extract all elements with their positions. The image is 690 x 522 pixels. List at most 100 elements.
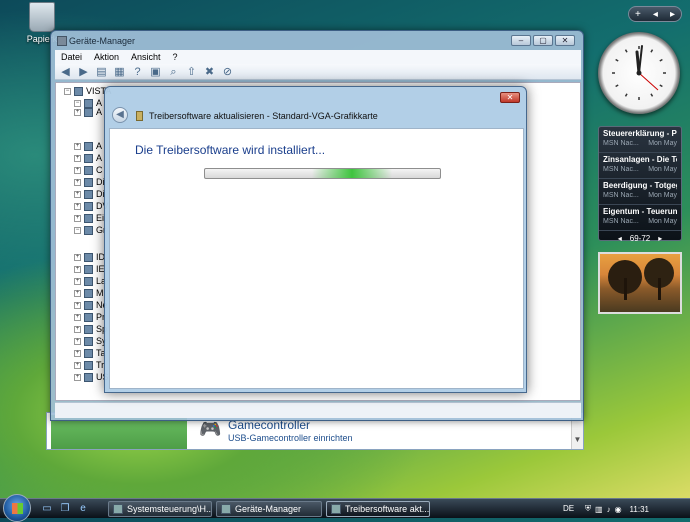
expand-toggle[interactable]: + xyxy=(74,337,81,345)
status-bar xyxy=(55,402,581,418)
feed-prev-button[interactable]: ◂ xyxy=(618,234,622,243)
tree-item[interactable]: + C xyxy=(74,164,103,176)
expand-toggle[interactable]: + xyxy=(74,373,81,381)
dialog-heading: Die Treibersoftware wird installiert... xyxy=(135,143,326,157)
show-desktop-icon[interactable]: ▭ xyxy=(40,502,54,516)
tree-item-label: M xyxy=(96,288,104,298)
expand-toggle[interactable]: + xyxy=(74,142,81,150)
tree-item[interactable]: + La xyxy=(74,275,106,287)
help-icon[interactable]: ? xyxy=(131,66,144,78)
minimize-button[interactable]: – xyxy=(511,35,531,46)
properties-icon[interactable]: ▦ xyxy=(113,66,126,78)
expand-toggle[interactable]: + xyxy=(74,313,81,321)
expand-toggle[interactable]: + xyxy=(74,325,81,333)
menu-datei[interactable]: Datei xyxy=(61,50,82,64)
maximize-button[interactable]: ▢ xyxy=(533,35,553,46)
expand-toggle[interactable]: + xyxy=(74,214,81,222)
menu-help[interactable]: ? xyxy=(173,50,178,64)
network-icon[interactable]: ▥ xyxy=(595,505,603,514)
menu-ansicht[interactable]: Ansicht xyxy=(131,50,161,64)
tree-item[interactable]: + Pr xyxy=(74,311,105,323)
forward-arrow-icon[interactable]: ▶ xyxy=(77,66,90,78)
expand-toggle[interactable]: + xyxy=(74,108,81,116)
taskbar-button-label: Geräte-Manager xyxy=(235,504,302,514)
device-category-icon xyxy=(74,86,83,96)
feed-source: MSN Nac... xyxy=(603,140,639,147)
tree-item[interactable]: + ID xyxy=(74,251,105,263)
prev-gadget-button[interactable]: ◂ xyxy=(653,9,658,20)
tree-item[interactable]: + A xyxy=(74,140,102,152)
clock-tick xyxy=(615,58,619,62)
next-gadget-button[interactable]: ▸ xyxy=(670,9,675,20)
tree-item[interactable]: + Ta xyxy=(74,347,106,359)
control-panel-icon xyxy=(113,504,123,514)
dialog-title: Treibersoftware aktualisieren - Standard… xyxy=(149,111,378,121)
expand-toggle[interactable]: + xyxy=(74,361,81,369)
feed-item[interactable]: Beerdigung - Totgegl... MSN Nac... Mon May xyxy=(599,179,681,205)
tree-item[interactable]: + A xyxy=(74,106,102,118)
tree-item[interactable]: − Gr xyxy=(74,224,106,236)
feed-next-button[interactable]: ▸ xyxy=(658,234,662,243)
security-shield-icon[interactable]: ⛨ xyxy=(585,504,591,514)
windows-logo-icon xyxy=(11,503,23,514)
expand-toggle[interactable]: + xyxy=(74,289,81,297)
internet-explorer-icon[interactable]: e xyxy=(76,502,90,516)
tree-item[interactable]: + M xyxy=(74,287,104,299)
expand-toggle[interactable]: − xyxy=(74,226,81,234)
details-icon[interactable]: ▣ xyxy=(149,66,162,78)
clock-time[interactable]: 11:31 xyxy=(630,505,649,514)
taskbar-button-geraete-manager[interactable]: Geräte-Manager xyxy=(216,501,322,517)
volume-icon[interactable]: ♪ xyxy=(607,505,611,514)
expand-toggle[interactable]: + xyxy=(74,253,81,261)
feed-date: Mon May xyxy=(648,166,677,173)
notification-icon[interactable]: ◉ xyxy=(615,505,622,514)
expand-toggle[interactable]: + xyxy=(74,349,81,357)
back-arrow-icon[interactable]: ◀ xyxy=(59,66,72,78)
expand-toggle[interactable]: + xyxy=(74,166,81,174)
install-progress-bar xyxy=(204,168,441,179)
menu-aktion[interactable]: Aktion xyxy=(94,50,119,64)
expand-toggle[interactable]: + xyxy=(74,202,81,210)
tree-item-label: A xyxy=(96,107,103,117)
clock-gadget[interactable] xyxy=(598,32,680,114)
disable-icon[interactable]: ⊘ xyxy=(221,66,234,78)
expand-toggle[interactable]: − xyxy=(64,87,71,95)
feed-item[interactable]: Eigentum - Teuerung... MSN Nac... Mon May xyxy=(599,205,681,231)
tree-item[interactable]: + Ei xyxy=(74,212,104,224)
tree-item[interactable]: + A xyxy=(74,152,102,164)
view-icon[interactable]: ▤ xyxy=(95,66,108,78)
tree-item[interactable]: + Tr xyxy=(74,359,104,371)
update-driver-icon[interactable]: ⇧ xyxy=(185,66,198,78)
gamecontroller-description[interactable]: USB-Gamecontroller einrichten xyxy=(228,433,353,443)
scan-hardware-icon[interactable]: ⌕ xyxy=(167,66,180,78)
tree-item[interactable]: + Di xyxy=(74,188,105,200)
device-category-icon xyxy=(84,213,93,223)
expand-toggle[interactable]: + xyxy=(74,154,81,162)
tree-item[interactable]: + Sp xyxy=(74,323,107,335)
device-category-icon xyxy=(84,252,93,262)
expand-toggle[interactable]: + xyxy=(74,178,81,186)
device-category-icon xyxy=(84,276,93,286)
slideshow-gadget[interactable] xyxy=(598,252,682,314)
switch-windows-icon[interactable]: ❐ xyxy=(58,502,72,516)
device-category-icon xyxy=(84,312,93,322)
tree-item[interactable]: + Sy xyxy=(74,335,107,347)
taskbar-button-treibersoftware[interactable]: Treibersoftware akt... xyxy=(326,501,430,517)
feed-item[interactable]: Steuererklärung - PC ... MSN Nac... Mon Ma… xyxy=(599,127,681,153)
dialog-close-button[interactable]: ✕ xyxy=(500,92,520,103)
expand-toggle[interactable]: + xyxy=(74,190,81,198)
expand-toggle[interactable]: + xyxy=(74,277,81,285)
quick-launch: ▭ ❐ e xyxy=(40,502,90,516)
add-gadget-button[interactable]: + xyxy=(635,9,641,20)
tree-item[interactable]: + Ne xyxy=(74,299,108,311)
taskbar-button-systemsteuerung[interactable]: Systemsteuerung\H... xyxy=(108,501,212,517)
back-button[interactable]: ◀ xyxy=(112,107,128,123)
tree-item[interactable]: + Di xyxy=(74,176,105,188)
feed-item[interactable]: Zinsanlagen - Die To... MSN Nac... Mon May xyxy=(599,153,681,179)
uninstall-icon[interactable]: ✖ xyxy=(203,66,216,78)
expand-toggle[interactable]: + xyxy=(74,265,81,273)
language-indicator[interactable]: DE xyxy=(563,504,574,513)
close-button[interactable]: ✕ xyxy=(555,35,575,46)
expand-toggle[interactable]: + xyxy=(74,301,81,309)
tree-item[interactable]: + IE xyxy=(74,263,105,275)
